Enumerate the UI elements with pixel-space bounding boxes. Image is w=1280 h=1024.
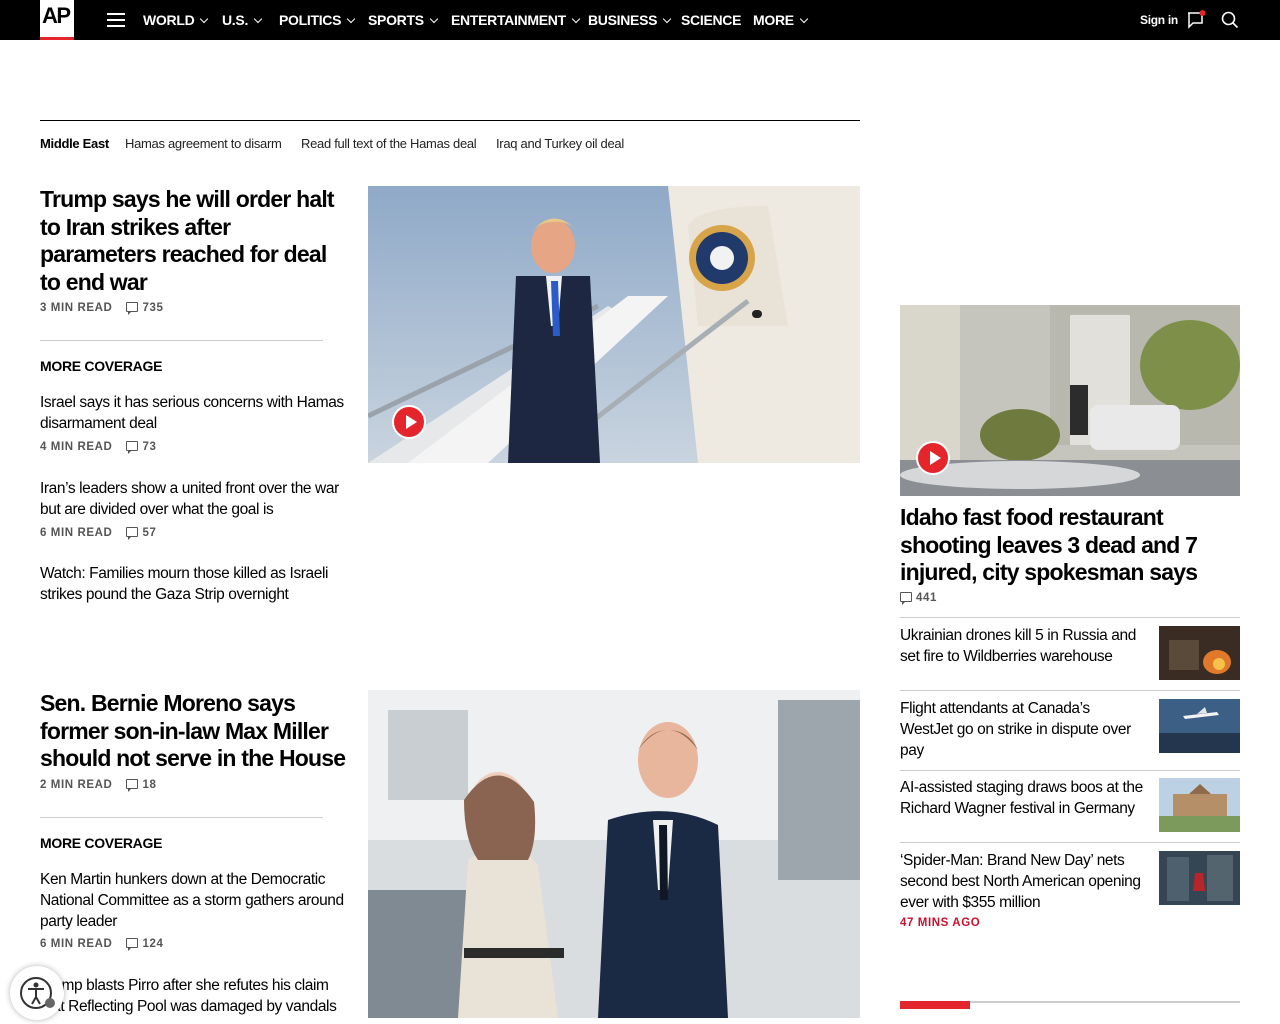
- more-coverage-label: MORE COVERAGE: [40, 835, 163, 851]
- story2-image[interactable]: [368, 690, 860, 1018]
- read-time: 6 MIN READ: [40, 527, 113, 539]
- comment-icon: [126, 527, 139, 540]
- side-lead-meta: 441: [900, 591, 937, 605]
- comment-number: 73: [142, 441, 157, 453]
- comment-icon: [126, 441, 139, 454]
- comment-icon: [126, 779, 139, 792]
- nav-label: ENTERTAINMENT: [451, 12, 566, 28]
- related-link[interactable]: Israel says it has serious concerns with…: [40, 392, 350, 434]
- comment-number: 18: [142, 779, 157, 791]
- section-accent-bar: [900, 1001, 970, 1009]
- topic-rule: [40, 120, 860, 121]
- chevron-down-icon: [429, 14, 439, 24]
- nav-label: MORE: [753, 12, 794, 28]
- side-lead-headline[interactable]: Idaho fast food restaurant shooting leav…: [900, 504, 1240, 587]
- accessibility-button[interactable]: [10, 966, 64, 1020]
- chevron-down-icon: [571, 14, 581, 24]
- divider: [900, 770, 1240, 771]
- timestamp: 47 MINS AGO: [900, 917, 981, 929]
- chevron-down-icon: [346, 14, 356, 24]
- comment-icon: [126, 302, 139, 315]
- topic-iraq-turkey-oil[interactable]: Iraq and Turkey oil deal: [496, 136, 624, 151]
- comment-count[interactable]: 735: [126, 301, 164, 315]
- sign-in-link[interactable]: Sign in: [1140, 0, 1178, 40]
- read-time: 4 MIN READ: [40, 441, 113, 453]
- read-time: 3 MIN READ: [40, 302, 113, 314]
- nav-label: SCIENCE: [681, 12, 742, 28]
- comment-count[interactable]: 73: [126, 440, 157, 454]
- search-icon[interactable]: [1220, 10, 1240, 30]
- comment-number: 441: [916, 592, 937, 604]
- chevron-down-icon: [799, 14, 809, 24]
- read-time: 6 MIN READ: [40, 938, 113, 950]
- side-item-link[interactable]: Flight attendants at Canada’s WestJet go…: [900, 698, 1145, 761]
- side-item-link[interactable]: AI-assisted staging draws boos at the Ri…: [900, 777, 1150, 819]
- play-icon[interactable]: [916, 441, 950, 475]
- ap-logo[interactable]: AP: [40, 0, 74, 40]
- story2-headline[interactable]: Sen. Bernie Moreno says former son-in-la…: [40, 690, 350, 773]
- play-icon[interactable]: [392, 405, 426, 439]
- divider: [900, 690, 1240, 691]
- comment-count[interactable]: 18: [126, 778, 157, 792]
- read-time: 2 MIN READ: [40, 779, 113, 791]
- related-link[interactable]: Ken Martin hunkers down at the Democrati…: [40, 869, 345, 932]
- nav-politics[interactable]: POLITICS: [279, 0, 356, 40]
- story1-meta: 3 MIN READ 735: [40, 301, 164, 315]
- nav-business[interactable]: BUSINESS: [588, 0, 672, 40]
- divider: [900, 617, 1240, 618]
- related-video-link[interactable]: Watch: Families mourn those killed as Is…: [40, 563, 350, 605]
- nav-science[interactable]: SCIENCE: [681, 0, 741, 40]
- nav-label: SPORTS: [368, 12, 424, 28]
- chevron-down-icon: [253, 14, 263, 24]
- comment-number: 124: [142, 938, 164, 950]
- related-meta: 4 MIN READ 73: [40, 440, 157, 454]
- section-rule: [970, 1001, 1240, 1003]
- nav-label: BUSINESS: [588, 12, 658, 28]
- side-item-thumbnail[interactable]: [1159, 699, 1240, 753]
- nav-label: WORLD: [143, 12, 195, 28]
- more-coverage-label: MORE COVERAGE: [40, 358, 163, 374]
- nav-more[interactable]: MORE: [753, 0, 809, 40]
- topic-hamas-disarm[interactable]: Hamas agreement to disarm: [125, 136, 282, 151]
- related-link[interactable]: Iran’s leaders show a united front over …: [40, 478, 340, 520]
- side-item-thumbnail[interactable]: [1159, 851, 1240, 905]
- comment-icon: [126, 938, 139, 951]
- comment-count[interactable]: 124: [126, 937, 164, 951]
- related-meta: 6 MIN READ 57: [40, 526, 157, 540]
- nav-world[interactable]: WORLD: [143, 0, 209, 40]
- story1-image[interactable]: [368, 186, 860, 463]
- nav-entertainment[interactable]: ENTERTAINMENT: [451, 0, 581, 40]
- nav-sports[interactable]: SPORTS: [368, 0, 439, 40]
- topic-middle-east[interactable]: Middle East: [40, 136, 109, 151]
- related-link[interactable]: Trump blasts Pirro after she refutes his…: [40, 975, 350, 1017]
- topic-hamas-deal-text[interactable]: Read full text of the Hamas deal: [301, 136, 477, 151]
- chevron-down-icon: [662, 14, 672, 24]
- chat-icon[interactable]: [1186, 10, 1206, 30]
- comment-number: 735: [142, 302, 164, 314]
- side-item-link[interactable]: Ukrainian drones kill 5 in Russia and se…: [900, 625, 1145, 667]
- divider: [40, 340, 323, 341]
- comment-count[interactable]: 57: [126, 526, 157, 540]
- side-item-thumbnail[interactable]: [1159, 778, 1240, 832]
- logo-text: AP: [42, 3, 71, 28]
- side-item-link[interactable]: ‘Spider-Man: Brand New Day’ nets second …: [900, 850, 1150, 913]
- nav-us[interactable]: U.S.: [222, 0, 263, 40]
- comment-number: 57: [142, 527, 157, 539]
- comment-count[interactable]: 441: [900, 591, 937, 605]
- divider: [40, 817, 323, 818]
- nav-label: POLITICS: [279, 12, 342, 28]
- related-meta: 6 MIN READ 124: [40, 937, 164, 951]
- story1-headline[interactable]: Trump says he will order halt to Iran st…: [40, 186, 350, 296]
- chevron-down-icon: [200, 14, 209, 24]
- side-lead-image[interactable]: [900, 305, 1240, 496]
- comment-icon: [900, 592, 912, 605]
- top-nav: AP WORLD U.S. POLITICS SPORTS ENTERTAINM…: [0, 0, 1280, 40]
- story2-meta: 2 MIN READ 18: [40, 778, 157, 792]
- nav-label: U.S.: [222, 12, 249, 28]
- menu-icon[interactable]: [107, 13, 125, 27]
- side-item-thumbnail[interactable]: [1159, 626, 1240, 680]
- divider: [900, 842, 1240, 843]
